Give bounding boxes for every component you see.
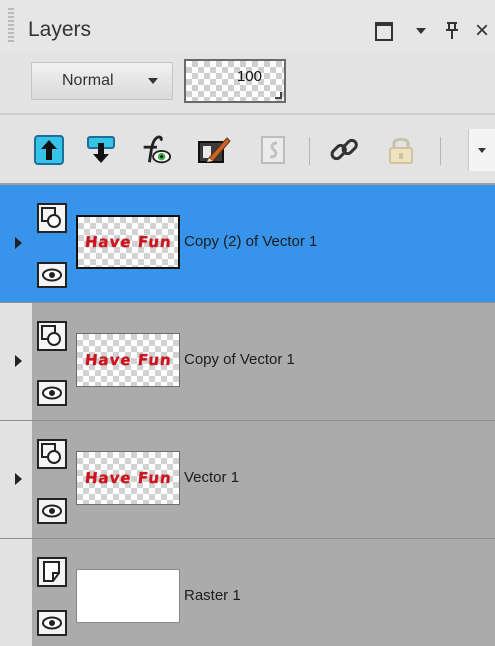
layer-thumbnail: Have Fun xyxy=(76,451,180,505)
vector-layer-icon xyxy=(37,439,67,469)
layer-row[interactable]: Have Fun Vector 1 xyxy=(0,421,495,539)
expand-arrow-icon[interactable] xyxy=(15,473,22,485)
move-layer-up-icon[interactable] xyxy=(32,133,66,167)
visibility-eye-icon[interactable] xyxy=(37,610,67,636)
resize-grip-icon xyxy=(275,92,282,99)
group-layers-icon[interactable] xyxy=(257,133,291,167)
thumbnail-text: Have Fun xyxy=(83,469,173,487)
layer-row[interactable]: Have Fun Copy (2) of Vector 1 xyxy=(0,185,495,303)
expander-gutter xyxy=(0,421,32,539)
toolbar-overflow-icon[interactable] xyxy=(468,129,495,171)
layer-row[interactable]: Have Fun Copy of Vector 1 xyxy=(0,303,495,421)
drag-grip-icon[interactable] xyxy=(8,8,14,42)
divider xyxy=(0,113,495,115)
layer-row[interactable]: Raster 1 xyxy=(0,539,495,646)
raster-layer-icon xyxy=(37,557,67,587)
palette-title-bar[interactable]: Layers × xyxy=(0,0,495,52)
layer-thumbnail: Have Fun xyxy=(76,333,180,387)
layer-styles-fx-icon[interactable] xyxy=(138,133,172,167)
expand-arrow-icon[interactable] xyxy=(15,237,22,249)
pin-icon[interactable] xyxy=(442,20,462,42)
layers-toolbar xyxy=(0,117,495,183)
thumbnail-text: Have Fun xyxy=(83,351,173,369)
visibility-eye-icon[interactable] xyxy=(37,262,67,288)
blend-mode-value: Normal xyxy=(62,72,114,89)
layer-name[interactable]: Copy (2) of Vector 1 xyxy=(184,233,317,250)
layer-name[interactable]: Copy of Vector 1 xyxy=(184,351,295,368)
expander-gutter xyxy=(0,303,32,421)
layers-palette: Layers × Normal 100 Have Fun Copy (2) of… xyxy=(0,0,495,646)
link-layers-icon[interactable] xyxy=(327,133,361,167)
layer-name[interactable]: Vector 1 xyxy=(184,469,239,486)
layer-name[interactable]: Raster 1 xyxy=(184,587,241,604)
dropdown-arrow-icon[interactable] xyxy=(412,20,430,42)
thumbnail-text: Have Fun xyxy=(83,233,173,251)
close-icon[interactable]: × xyxy=(472,19,492,43)
expand-arrow-icon[interactable] xyxy=(15,355,22,367)
visibility-eye-icon[interactable] xyxy=(37,380,67,406)
lock-layer-icon[interactable] xyxy=(384,133,418,167)
vector-layer-icon xyxy=(37,321,67,351)
vector-layer-icon xyxy=(37,203,67,233)
expander-gutter xyxy=(0,539,32,646)
opacity-value: 100 xyxy=(236,68,262,85)
blend-mode-dropdown[interactable]: Normal xyxy=(31,62,173,100)
edit-mask-icon[interactable] xyxy=(197,133,231,167)
toolbar-separator xyxy=(440,137,441,165)
move-layer-down-icon[interactable] xyxy=(84,133,118,167)
layer-thumbnail xyxy=(76,569,180,623)
layer-thumbnail: Have Fun xyxy=(76,215,180,269)
window-restore-icon[interactable] xyxy=(372,20,396,42)
toolbar-separator xyxy=(309,137,310,165)
visibility-eye-icon[interactable] xyxy=(37,498,67,524)
opacity-field[interactable]: 100 xyxy=(184,59,286,103)
palette-title: Layers xyxy=(28,18,92,41)
chevron-down-icon xyxy=(148,78,158,84)
